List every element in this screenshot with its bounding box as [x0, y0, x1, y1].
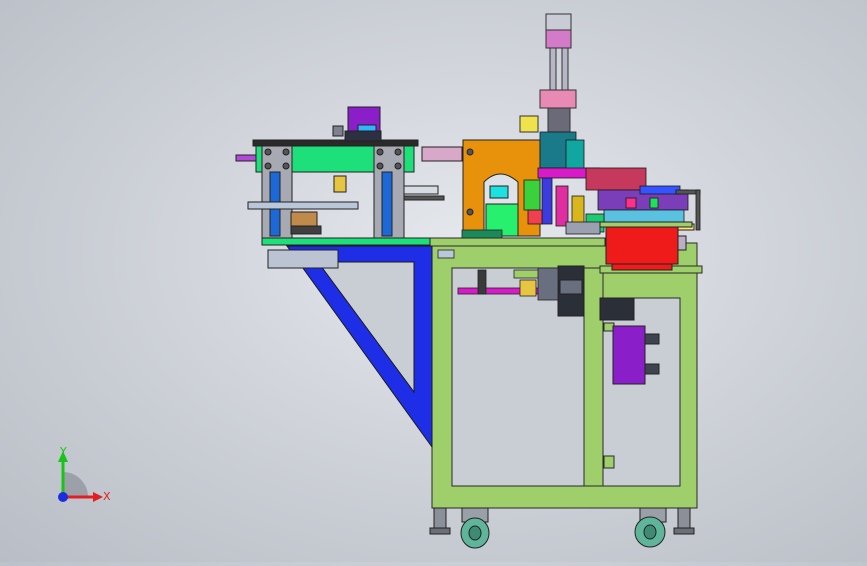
triad-arc — [63, 472, 88, 497]
left-motor — [332, 106, 382, 142]
diagonal-brace — [286, 245, 433, 449]
center-mechanism — [523, 131, 701, 235]
y-axis-label: Y — [59, 445, 67, 458]
view-triad[interactable]: Y X — [58, 445, 111, 503]
press-head — [421, 139, 541, 237]
cad-viewport[interactable]: Y X — [0, 0, 867, 562]
x-axis-label: X — [103, 490, 111, 503]
vertical-column — [519, 13, 577, 133]
caster-wheels — [429, 507, 695, 549]
model-canvas[interactable]: Y X — [0, 0, 867, 562]
z-axis-dot-icon — [58, 492, 68, 502]
x-axis-arrow-icon — [93, 492, 103, 502]
